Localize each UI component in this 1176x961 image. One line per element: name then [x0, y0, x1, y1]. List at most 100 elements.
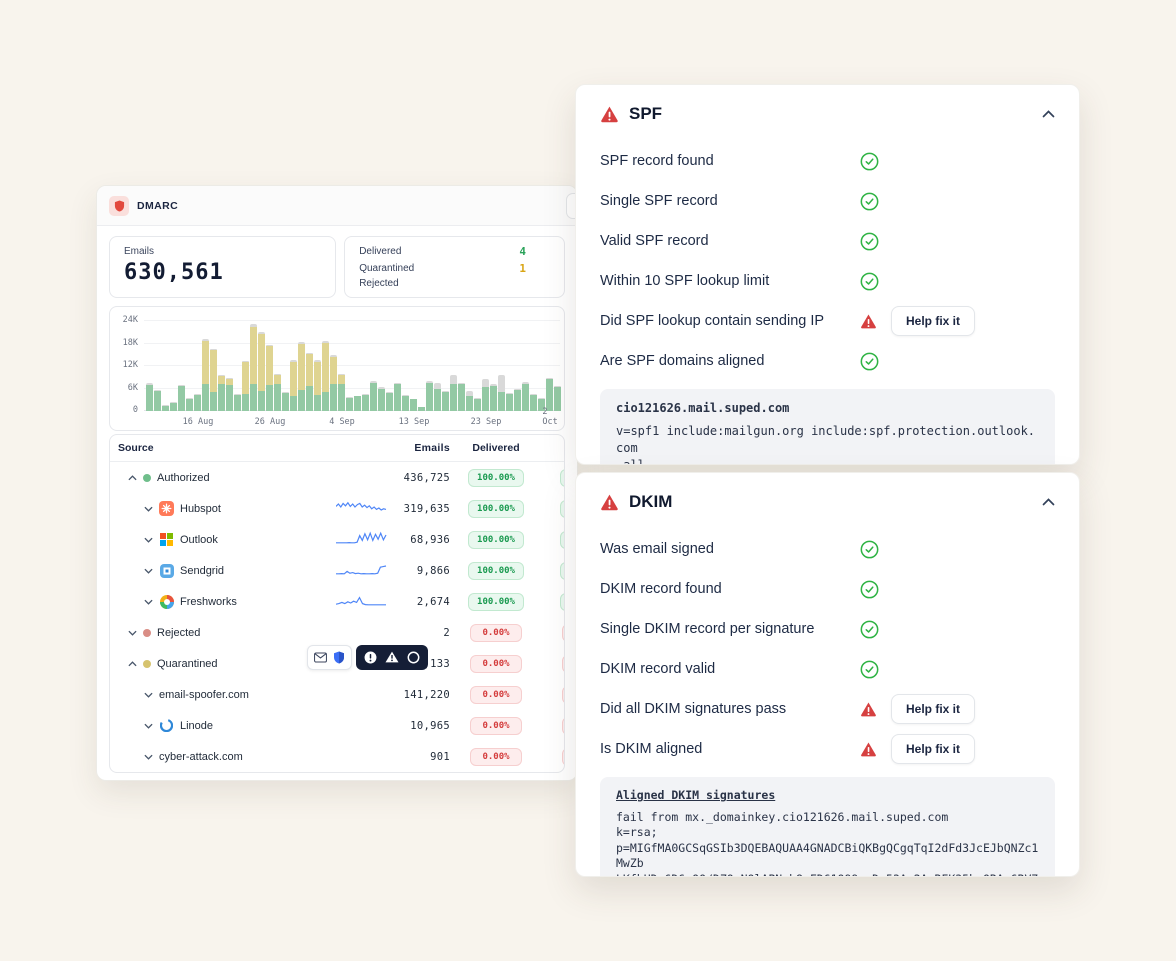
spf-card-header[interactable]: SPF	[576, 85, 1079, 133]
source-cell[interactable]: Sendgrid	[118, 563, 336, 578]
table-row[interactable]: Sendgrid9,866100.00%100.00%	[110, 555, 564, 586]
x-axis-label: 16 Aug	[183, 417, 214, 427]
chart-bar	[266, 345, 273, 411]
chevron-up-icon[interactable]	[128, 475, 137, 481]
chart-bar	[530, 394, 537, 411]
source-cell[interactable]: email-spoofer.com	[118, 689, 336, 701]
chart-bar	[346, 397, 353, 411]
source-cell[interactable]: Quarantined	[118, 658, 336, 670]
source-label: Linode	[180, 720, 213, 732]
chevron-down-icon[interactable]	[144, 723, 153, 729]
delivered-cell: 100.00%	[450, 500, 542, 518]
collapse-button[interactable]	[1042, 498, 1055, 506]
circle-exclamation-icon[interactable]	[364, 651, 377, 664]
col-delivered: Delivered	[450, 442, 542, 454]
spf-title: SPF	[629, 104, 662, 124]
warning-triangle-icon	[860, 313, 877, 330]
warning-triangle-icon	[600, 105, 619, 124]
source-cell[interactable]: cyber-attack.com	[118, 751, 336, 763]
dkim-card-header[interactable]: DKIM	[576, 473, 1079, 521]
dmarc-dashboard-panel: DMARC Emails 630,561 Delivered4Quarantin…	[96, 185, 578, 781]
code-line: LKfhHDp6D6vQQ/DZOmNOlAPNsh8+FD61Q99xzD+5…	[616, 872, 1039, 878]
chart-bar	[290, 360, 297, 411]
circle-outline-icon[interactable]	[407, 651, 420, 664]
check-circle-icon	[860, 580, 879, 599]
chart-bar	[250, 324, 257, 411]
delivered-cell: 0.00%	[450, 748, 542, 766]
table-row[interactable]: cyber-attack.com9010.00%0.00%	[110, 741, 564, 772]
emails-cell: 901	[394, 751, 450, 763]
emails-cell: 319,635	[394, 503, 450, 515]
chart-bar	[442, 391, 449, 411]
sources-table: Source Emails Delivered DMARC compliant …	[109, 434, 565, 773]
stat-label: Delivered	[359, 246, 401, 257]
table-row[interactable]: Linode10,9650.00%0.00%	[110, 710, 564, 741]
dmarc-cell: 100.00%	[542, 469, 565, 487]
dmarc-cell: 100.00%	[542, 562, 565, 580]
sparkline	[336, 499, 394, 518]
help-fix-it-button[interactable]: Help fix it	[891, 694, 975, 724]
help-fix-it-button[interactable]: Help fix it	[891, 734, 975, 764]
chart-bar	[210, 349, 217, 411]
chart-bar	[418, 407, 425, 411]
check-row: Valid SPF record	[600, 221, 1055, 261]
table-row[interactable]: email-spoofer.com141,2200.00%0.00%	[110, 679, 564, 710]
table-row[interactable]: Rejected20.00%0.00%	[110, 617, 564, 648]
check-circle-icon	[860, 192, 879, 211]
source-label: Rejected	[157, 627, 200, 639]
x-axis-label: 26 Aug	[255, 417, 286, 427]
source-label: Freshworks	[180, 596, 237, 608]
table-row[interactable]: Quarantined154,1330.00%0.00%	[110, 648, 564, 679]
sparkline	[336, 592, 394, 611]
triangle-warning-icon[interactable]	[385, 651, 399, 663]
chevron-down-icon[interactable]	[144, 568, 153, 574]
source-cell[interactable]: Authorized	[118, 472, 336, 484]
chart-bar	[314, 360, 321, 411]
email-volume-chart: 06K12K18K24K16 Aug26 Aug4 Sep13 Sep23 Se…	[109, 306, 565, 431]
source-label: email-spoofer.com	[159, 689, 249, 701]
source-label: cyber-attack.com	[159, 751, 243, 763]
source-cell[interactable]: Freshworks	[118, 594, 336, 609]
shield-icon[interactable]	[333, 651, 345, 664]
check-circle-icon	[860, 272, 879, 291]
emails-value: 630,561	[124, 260, 321, 285]
table-row[interactable]: Freshworks2,674100.00%100.00%	[110, 586, 564, 617]
source-cell[interactable]: Rejected	[118, 627, 336, 639]
chart-bar	[458, 383, 465, 411]
check-row: Single SPF record	[600, 181, 1055, 221]
chart-bar	[242, 361, 249, 411]
chart-bar	[178, 385, 185, 411]
source-cell[interactable]: Linode	[118, 718, 336, 733]
col-emails: Emails	[394, 442, 450, 454]
chart-bar	[498, 375, 505, 411]
sendgrid-icon	[159, 563, 174, 578]
chevron-down-icon[interactable]	[144, 599, 153, 605]
check-row: SPF record found	[600, 141, 1055, 181]
source-cell[interactable]: Hubspot	[118, 501, 336, 516]
chart-bar	[194, 394, 201, 411]
chevron-down-icon[interactable]	[144, 754, 153, 760]
warning-triangle-icon	[860, 701, 877, 718]
mail-icon[interactable]	[314, 652, 327, 663]
chevron-up-icon[interactable]	[128, 661, 137, 667]
chevron-down-icon[interactable]	[144, 537, 153, 543]
table-row[interactable]: Outlook68,936100.00%100.00%	[110, 524, 564, 555]
chevron-down-icon[interactable]	[144, 506, 153, 512]
source-cell[interactable]: Outlook	[118, 532, 336, 547]
help-fix-it-button[interactable]: Help fix it	[891, 306, 975, 336]
check-circle-icon	[860, 352, 879, 371]
collapse-button[interactable]	[1042, 110, 1055, 118]
table-row[interactable]: Authorized436,725100.00%100.00%	[110, 462, 564, 493]
code-line: v=spf1 include:mailgun.org include:spf.p…	[616, 423, 1039, 457]
check-row: Was email signed	[600, 529, 1055, 569]
chevron-down-icon[interactable]	[144, 692, 153, 698]
table-row[interactable]: Hubspot319,635100.00%100.00%	[110, 493, 564, 524]
source-label: Quarantined	[157, 658, 218, 670]
emails-cell: 10,965	[394, 720, 450, 732]
chart-bar	[386, 392, 393, 411]
chart-bar	[410, 399, 417, 411]
chevron-down-icon[interactable]	[128, 630, 137, 636]
check-row: Within 10 SPF lookup limit	[600, 261, 1055, 301]
chart-bar	[450, 375, 457, 411]
delivered-cell: 100.00%	[450, 469, 542, 487]
